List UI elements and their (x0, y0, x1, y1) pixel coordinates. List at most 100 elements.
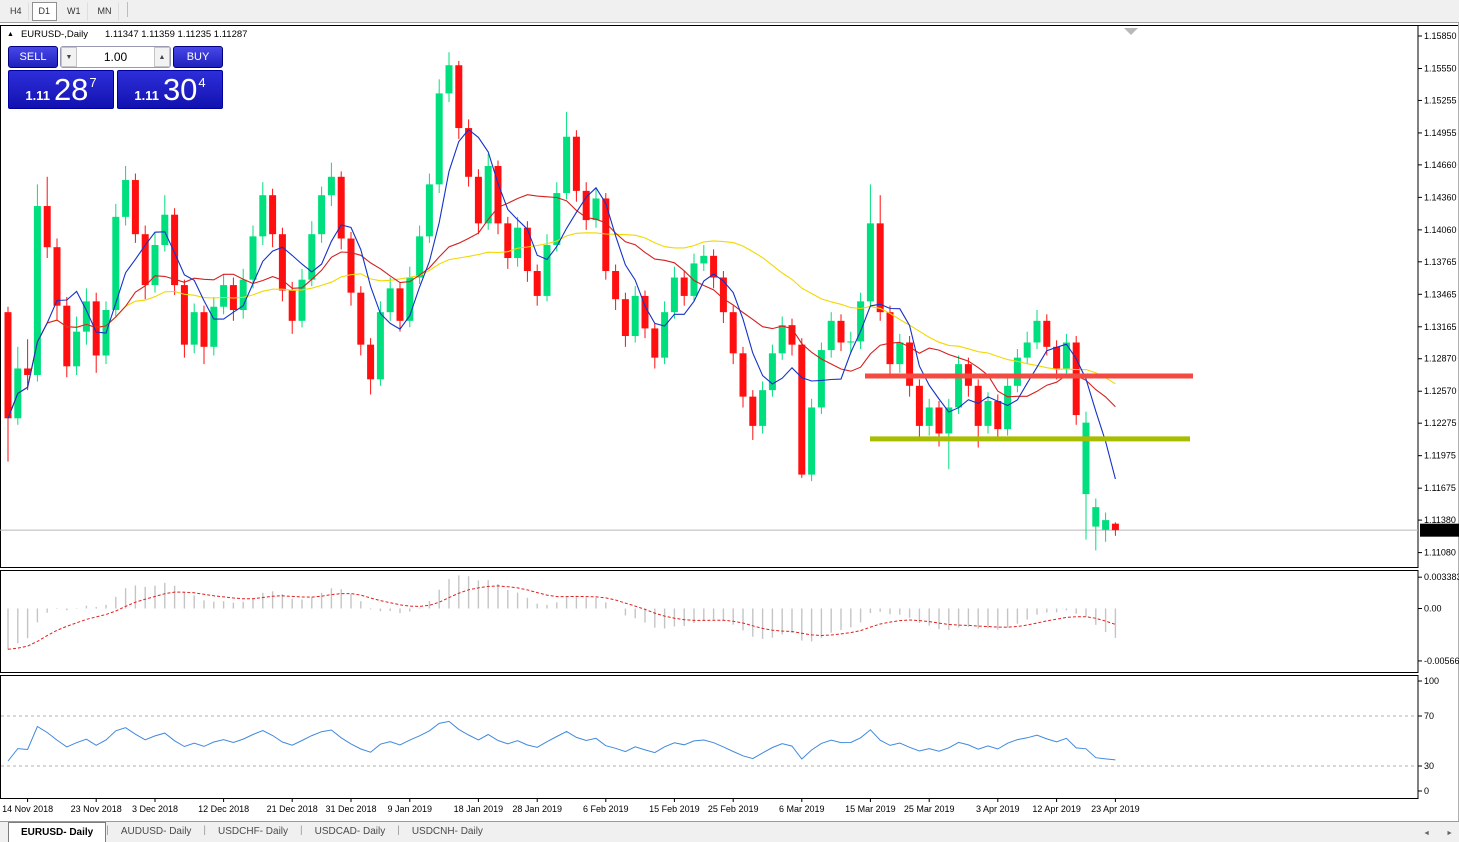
price-axis-label: 1.14660 (1424, 160, 1457, 170)
candle-body (220, 285, 227, 307)
candle-body (1034, 321, 1041, 343)
candle-body (700, 256, 707, 264)
price-axis-label: 1.14360 (1424, 192, 1457, 202)
candle-body (465, 128, 472, 177)
price-axis-label: 1.13165 (1424, 322, 1457, 332)
chevron-down-icon: ▼ (66, 54, 73, 61)
date-axis-label: 9 Jan 2019 (388, 804, 433, 814)
chart-canvas[interactable]: MACD(12,26,9) -0.002950 -0.001052 RSI(14… (0, 0, 1459, 842)
date-axis-label: 25 Mar 2019 (904, 804, 955, 814)
candle-body (622, 299, 629, 336)
volume-input[interactable] (77, 47, 154, 67)
macd-panel[interactable] (1, 571, 1419, 673)
date-axis-label: 14 Nov 2018 (2, 804, 53, 814)
candle-body (1024, 342, 1031, 357)
candle-body (250, 236, 257, 279)
buy-button[interactable]: BUY (173, 46, 223, 68)
macd-axis-label: 0.00 (1424, 604, 1442, 614)
price-axis-label: 1.13765 (1424, 257, 1457, 267)
timeframe-tab-d1[interactable]: D1 (32, 2, 58, 21)
tab-scroll-left-button[interactable] (1423, 828, 1430, 838)
collapse-panel-icon[interactable]: ▲ (7, 31, 14, 38)
candle-body (730, 312, 737, 353)
price-axis-label: 1.14060 (1424, 225, 1457, 235)
date-axis-label: 31 Dec 2018 (325, 804, 376, 814)
candle-body (5, 312, 12, 418)
candle-body (612, 271, 619, 299)
candle-body (289, 291, 296, 321)
symbol-tab-bar: EURUSD- Daily|AUDUSD- Daily|USDCHF- Dail… (0, 821, 1459, 842)
price-axis-label: 1.12275 (1424, 418, 1457, 428)
price-axis-label: 1.14955 (1424, 128, 1457, 138)
date-axis-label: 18 Jan 2019 (454, 804, 504, 814)
candle-body (877, 223, 884, 312)
candle-body (1112, 524, 1119, 530)
candle-body (1053, 347, 1060, 369)
candle-body (44, 206, 51, 247)
candle-body (1004, 386, 1011, 429)
buy-price-prefix: 1.11 (134, 88, 159, 103)
candle-body (867, 223, 874, 301)
date-axis-label: 3 Apr 2019 (976, 804, 1020, 814)
candle-body (769, 353, 776, 390)
candle-body (926, 407, 933, 425)
candle-body (887, 312, 894, 364)
price-axis: 1.158501.155501.152551.149551.146601.143… (1418, 31, 1459, 558)
symbol-tab-usdcnh[interactable]: USDCNH- Daily (400, 822, 495, 842)
candle-body (455, 65, 462, 128)
price-axis-label: 1.11975 (1424, 451, 1456, 461)
timeframe-tab-mn[interactable]: MN (91, 2, 119, 21)
sell-price-panel[interactable]: 1.11 28 7 (8, 70, 114, 109)
tab-scroll-right-button[interactable] (1446, 828, 1453, 838)
sell-price-prefix: 1.11 (25, 88, 50, 103)
price-axis-label: 1.11380 (1424, 515, 1456, 525)
candle-body (93, 301, 100, 355)
sell-price-pip: 7 (89, 75, 96, 90)
volume-stepper: ▼ ▲ (60, 46, 171, 68)
rsi-axis: 10070300 (1418, 676, 1439, 796)
date-axis-label: 12 Apr 2019 (1032, 804, 1081, 814)
candle-body (416, 236, 423, 277)
candle-body (73, 332, 80, 367)
buy-price-main: 30 (163, 74, 197, 105)
candle-body (1063, 342, 1070, 368)
symbol-tab-eurusd[interactable]: EURUSD- Daily (8, 822, 106, 842)
candle-body (485, 166, 492, 223)
macd-axis: 0.0033830.00-0.005663 (1418, 572, 1459, 666)
candle-body (632, 296, 639, 336)
candle-body (348, 239, 355, 293)
candle-body (985, 401, 992, 426)
chart-title: ▲ EURUSD-,Daily 1.11347 1.11359 1.11235 … (7, 29, 247, 40)
candle-body (553, 193, 560, 245)
symbol-tabs: EURUSD- Daily|AUDUSD- Daily|USDCHF- Dail… (0, 822, 495, 842)
sell-button[interactable]: SELL (8, 46, 58, 68)
price-axis-label: 1.11080 (1424, 548, 1456, 558)
candle-body (1092, 507, 1099, 526)
symbol-tab-usdcad[interactable]: USDCAD- Daily (303, 822, 398, 842)
candle-body (828, 321, 835, 350)
current-price-label: 1.11287 (1423, 526, 1455, 536)
buy-price-pip: 4 (198, 75, 205, 90)
rsi-axis-label: 100 (1424, 676, 1439, 686)
symbol-tab-usdchf[interactable]: USDCHF- Daily (206, 822, 300, 842)
candle-body (504, 223, 511, 258)
timeframe-tab-h4[interactable]: H4 (3, 2, 29, 21)
candle-body (896, 342, 903, 364)
candle-body (808, 407, 815, 474)
candle-body (847, 341, 854, 342)
timeframe-tab-w1[interactable]: W1 (60, 2, 88, 21)
symbol-tab-audusd[interactable]: AUDUSD- Daily (109, 822, 204, 842)
date-axis-label: 15 Mar 2019 (845, 804, 896, 814)
volume-decrease-button[interactable]: ▼ (61, 47, 77, 67)
candle-body (475, 177, 482, 224)
rsi-panel[interactable] (1, 676, 1419, 799)
buy-price-panel[interactable]: 1.11 30 4 (117, 70, 223, 109)
candle-body (779, 325, 786, 353)
candle-body (955, 364, 962, 407)
rsi-axis-label: 30 (1424, 761, 1434, 771)
volume-increase-button[interactable]: ▲ (154, 47, 170, 67)
candle-body (563, 137, 570, 193)
candle-body (308, 234, 315, 279)
candle-body (328, 177, 335, 195)
price-axis-label: 1.15255 (1424, 95, 1457, 105)
